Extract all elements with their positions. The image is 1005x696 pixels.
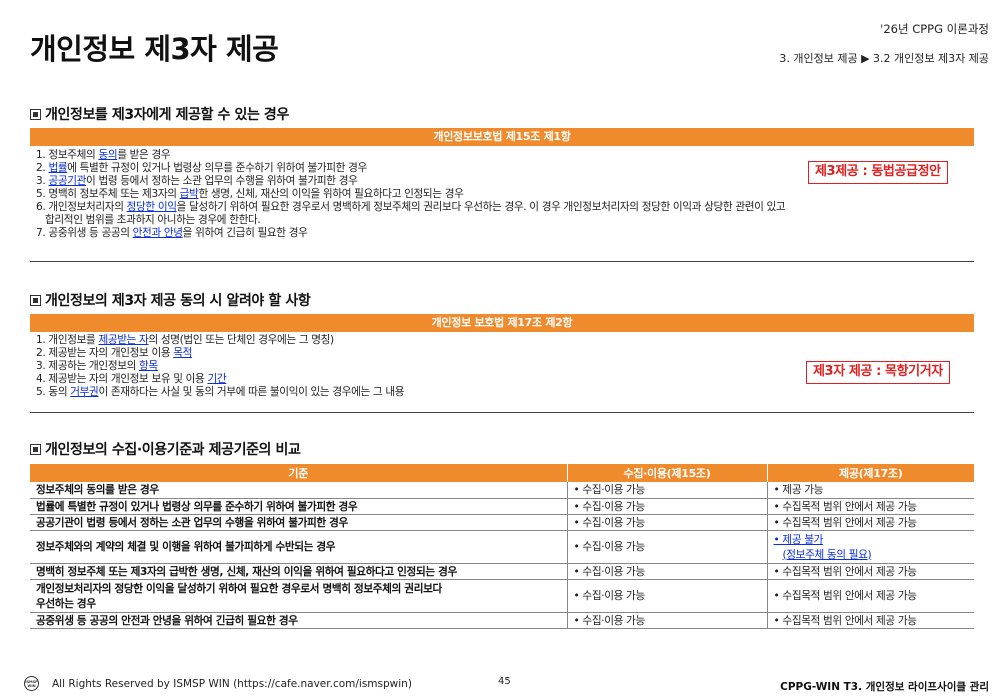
provide-cell: 제공 가능 [766, 482, 974, 499]
provide-cell: 수집목적 범위 안에서 제공 가능 [766, 579, 974, 613]
keyword-highlight: 목적 [173, 347, 193, 359]
page-title: 개인정보 제3자 제공 [30, 32, 279, 66]
section2-heading: 개인정보의 제3자 제공 동의 시 알려야 할 사항 [30, 290, 311, 310]
list-item: 7. 공중위생 등 공공의 안전과 안녕을 위하여 긴급히 필요한 경우 [36, 227, 308, 239]
keyword-highlight: 동의 [98, 149, 118, 161]
page-number: 45 [498, 676, 511, 687]
list-item: 5. 명백히 정보주체 또는 제3자의 급박한 생명, 신체, 재산의 이익을 … [36, 188, 464, 200]
list-item: 합리적인 범위를 초과하지 아니하는 경우에 한한다. [45, 214, 261, 226]
collect-cell: 수집·이용 가능 [566, 612, 767, 629]
provide-cell: • 제공 불가 (정보주체 동의 필요) [766, 530, 974, 564]
criterion-cell: 명백히 정보주체 또는 제3자의 급박한 생명, 신체, 재산의 이익을 위하여… [30, 563, 567, 580]
column-header: 제공(제17조) [766, 464, 974, 482]
table-row: 개인정보처리자의 정당한 이익을 달성하기 위하여 필요한 경우로서 명백히 정… [30, 579, 974, 613]
keyword-highlight: 급박 [179, 188, 199, 200]
breadcrumb: 3. 개인정보 제공 ▶ 3.2 개인정보 제3자 제공 [779, 52, 989, 65]
list-item: 6. 개인정보처리자의 정당한 이익을 달성하기 위하여 필요한 경우로서 명백… [36, 201, 786, 213]
section2-callout: 제3자 제공 : 목항기거자 [806, 361, 950, 384]
collect-cell: 수집·이용 가능 [566, 482, 767, 499]
footer-copyright: All Rights Reserved by ISMSP WIN (https:… [52, 678, 412, 690]
table-row: 정보주체의 동의를 받은 경우 수집·이용 가능 제공 가능 [30, 482, 974, 499]
list-item: 2. 제공받는 자의 개인정보 이용 목적 [36, 347, 193, 359]
course-label: '26년 CPPG 이론과정 [880, 22, 989, 36]
section2-law-bar: 개인정보 보호법 제17조 제2항 [30, 314, 974, 332]
keyword-highlight: 법률 [48, 162, 68, 174]
provide-cell: 수집목적 범위 안에서 제공 가능 [766, 498, 974, 515]
section1-callout: 제3제공 : 동법공급정안 [808, 161, 948, 184]
criterion-cell: 정보주체와의 계약의 체결 및 이행을 위하여 불가피하게 수반되는 경우 [30, 530, 567, 564]
list-item: 5. 동의 거부권이 존재하다는 사실 및 동의 거부에 따른 불이익이 있는 … [36, 386, 405, 398]
keyword-highlight: 제공받는 자 [98, 334, 149, 346]
collect-cell: 수집·이용 가능 [566, 498, 767, 515]
comparison-table: 기준 수집·이용(제15조) 제공(제17조) 정보주체의 동의를 받은 경우 … [30, 464, 974, 629]
provide-cell: 수집목적 범위 안에서 제공 가능 [766, 563, 974, 580]
collect-cell: 수집·이용 가능 [566, 563, 767, 580]
criterion-cell: 정보주체의 동의를 받은 경우 [30, 482, 567, 499]
provide-note-text: (정보주체 동의 필요) [782, 548, 872, 561]
footer-course-title: CPPG-WIN T3. 개인정보 라이프사이클 관리 [780, 681, 989, 693]
table-row: 공중위생 등 공공의 안전과 안녕을 위하여 긴급히 필요한 경우 수집·이용 … [30, 612, 974, 629]
list-item: 1. 개인정보를 제공받는 자의 성명(법인 또는 단체인 경우에는 그 명칭) [36, 334, 334, 346]
column-header: 기준 [30, 464, 567, 482]
square-bullet-icon [30, 295, 41, 306]
ismsp-win-logo: ISMSP WIN [24, 676, 39, 691]
keyword-highlight: 기간 [207, 373, 227, 385]
provide-cell: 수집목적 범위 안에서 제공 가능 [766, 514, 974, 531]
section3-heading: 개인정보의 수집·이용기준과 제공기준의 비교 [30, 439, 301, 459]
section1-heading: 개인정보를 제3자에게 제공할 수 있는 경우 [30, 104, 289, 124]
table-row: 명백히 정보주체 또는 제3자의 급박한 생명, 신체, 재산의 이익을 위하여… [30, 563, 974, 580]
square-bullet-icon [30, 109, 41, 120]
criterion-cell: 법률에 특별한 규정이 있거나 법령상 의무를 준수하기 위하여 불가피한 경우 [30, 498, 567, 515]
criterion-cell: 공중위생 등 공공의 안전과 안녕을 위하여 긴급히 필요한 경우 [30, 612, 567, 629]
table-row: 공공기관이 법령 등에서 정하는 소관 업무의 수행을 위하여 불가피한 경우 … [30, 514, 974, 531]
criterion-cell: 공공기관이 법령 등에서 정하는 소관 업무의 수행을 위하여 불가피한 경우 [30, 514, 567, 531]
keyword-highlight: 정당한 이익 [126, 201, 177, 213]
table-row: 정보주체와의 계약의 체결 및 이행을 위하여 불가피하게 수반되는 경우 수집… [30, 530, 974, 564]
collect-cell: 수집·이용 가능 [566, 514, 767, 531]
square-bullet-icon [30, 444, 41, 455]
collect-cell: 수집·이용 가능 [566, 530, 767, 564]
keyword-highlight: 공공기관 [48, 175, 87, 187]
column-header: 수집·이용(제15조) [566, 464, 767, 482]
provide-not-allowed-text: • 제공 불가 [773, 533, 824, 546]
keyword-highlight: 안전과 안녕 [132, 227, 183, 239]
provide-cell: 수집목적 범위 안에서 제공 가능 [766, 612, 974, 629]
criterion-cell: 개인정보처리자의 정당한 이익을 달성하기 위하여 필요한 경우로서 명백히 정… [30, 579, 567, 613]
table-row: 법률에 특별한 규정이 있거나 법령상 의무를 준수하기 위하여 불가피한 경우… [30, 498, 974, 515]
keyword-highlight: 거부권 [70, 386, 99, 398]
keyword-highlight: 항목 [139, 360, 158, 372]
collect-cell: 수집·이용 가능 [566, 579, 767, 613]
section1-law-bar: 개인정보보호법 제15조 제1항 [30, 128, 974, 146]
